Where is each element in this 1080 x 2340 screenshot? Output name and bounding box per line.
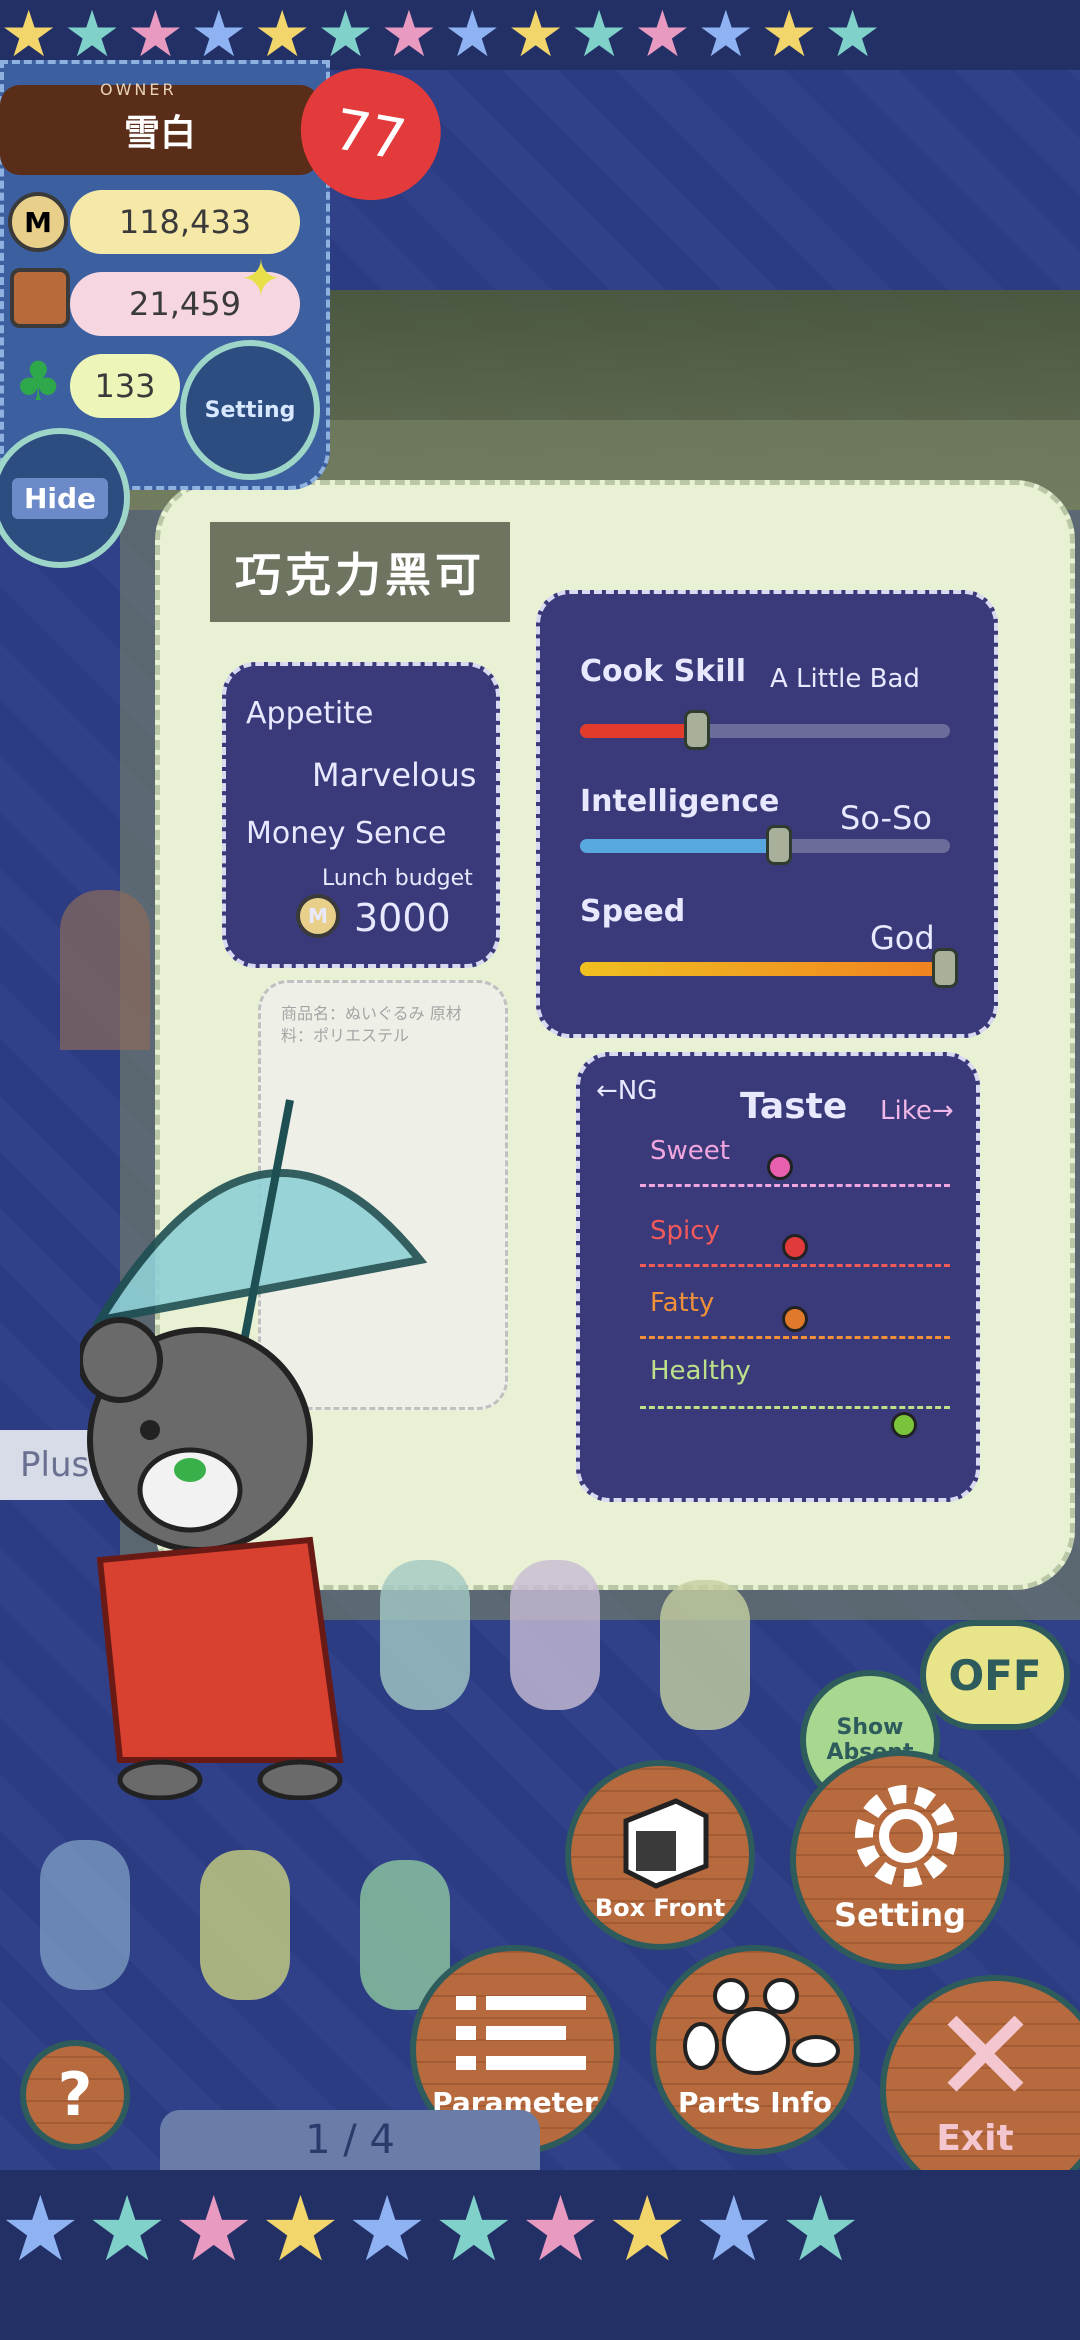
bottom-star-border: ★★★★★★★★★★	[0, 2170, 1080, 2340]
parts-info-label: Parts Info	[677, 2086, 833, 2119]
intelligence-label: Intelligence	[580, 784, 780, 819]
clover-counter: 133	[70, 354, 180, 418]
cook-skill-label: Cook Skill	[580, 654, 747, 689]
taste-spicy-label: Spicy	[650, 1216, 720, 1246]
parts-info-button[interactable]: Parts Info	[650, 1945, 860, 2155]
money-coin-icon: M	[8, 192, 68, 252]
taste-healthy-line	[640, 1406, 950, 1409]
coin-icon: M	[296, 894, 340, 938]
off-toggle-button[interactable]: OFF	[920, 1620, 1070, 1730]
background-plush	[40, 1840, 130, 1990]
speed-bar	[580, 962, 950, 976]
box-front-label: Box Front	[594, 1894, 726, 1922]
speed-slider-icon	[932, 948, 958, 988]
setting-label: Setting	[834, 1896, 966, 1934]
taste-sweet-line	[640, 1184, 950, 1187]
lunch-budget-label: Lunch budget	[322, 866, 473, 891]
taste-fatty-pin	[782, 1306, 808, 1332]
owner-setting-label: Setting	[204, 397, 296, 423]
box-icon	[623, 1798, 709, 1889]
tower-decoration	[60, 890, 150, 1050]
lunch-budget-value: 3000	[354, 896, 451, 940]
speed-value: God	[870, 919, 935, 957]
cook-skill-slider-icon	[684, 710, 711, 750]
background-plush	[510, 1560, 600, 1710]
money-counter: 118,433	[70, 190, 300, 254]
taste-ng-label: ←NG	[596, 1076, 658, 1106]
off-label: OFF	[948, 1650, 1042, 1700]
cook-skill-bar	[580, 724, 950, 738]
intelligence-value: So-So	[840, 799, 932, 837]
background-plush	[200, 1850, 290, 2000]
parts-icon	[683, 1978, 840, 2075]
help-label: ?	[57, 2060, 93, 2130]
taste-fatty-label: Fatty	[650, 1288, 715, 1318]
taste-healthy-label: Healthy	[650, 1356, 751, 1386]
appetite-label: Appetite	[246, 696, 374, 731]
intelligence-slider-icon	[765, 825, 792, 865]
cook-skill-value: A Little Bad	[770, 664, 920, 694]
sparkle-icon: ✦	[240, 250, 282, 308]
taste-like-label: Like→	[880, 1096, 954, 1126]
box-front-button[interactable]: Box Front	[565, 1760, 755, 1950]
page-indicator: 1 / 4	[160, 2110, 540, 2170]
taste-fatty-line	[640, 1336, 950, 1339]
hide-label: Hide	[11, 477, 109, 519]
taste-healthy-pin	[890, 1412, 917, 1438]
money-sense-label: Money Sence	[246, 816, 447, 851]
background-plush	[660, 1580, 750, 1730]
plush-name: 巧克力黑可	[210, 522, 510, 622]
setting-button[interactable]: Setting	[790, 1750, 1010, 1970]
background-plush	[380, 1560, 470, 1710]
help-button[interactable]: ?	[20, 2040, 130, 2150]
owner-tag: OWNER	[100, 80, 177, 99]
taste-sweet-label: Sweet	[650, 1136, 730, 1166]
close-icon: ✕	[931, 1980, 1040, 2132]
owner-setting-button[interactable]: Setting	[180, 340, 320, 480]
clover-icon: ♣	[14, 350, 63, 413]
speed-label: Speed	[580, 894, 686, 929]
gear-icon	[855, 1785, 957, 1887]
list-icon	[456, 1996, 586, 2070]
appetite-value: Marvelous	[312, 756, 477, 794]
skills-box: Cook Skill A Little Bad Intelligence So-…	[536, 590, 998, 1038]
taste-box: ←NG Taste Like→ Sweet Spicy Fatty Health…	[576, 1052, 980, 1502]
exit-label: Exit	[936, 2118, 1014, 2159]
material-basket-icon	[10, 268, 70, 328]
taste-title: Taste	[740, 1086, 848, 1127]
taste-sweet-pin	[766, 1154, 793, 1180]
taste-spicy-line	[640, 1264, 950, 1267]
taste-spicy-pin	[782, 1234, 808, 1260]
appetite-box: Appetite Marvelous Money Sence Lunch bud…	[222, 662, 500, 968]
